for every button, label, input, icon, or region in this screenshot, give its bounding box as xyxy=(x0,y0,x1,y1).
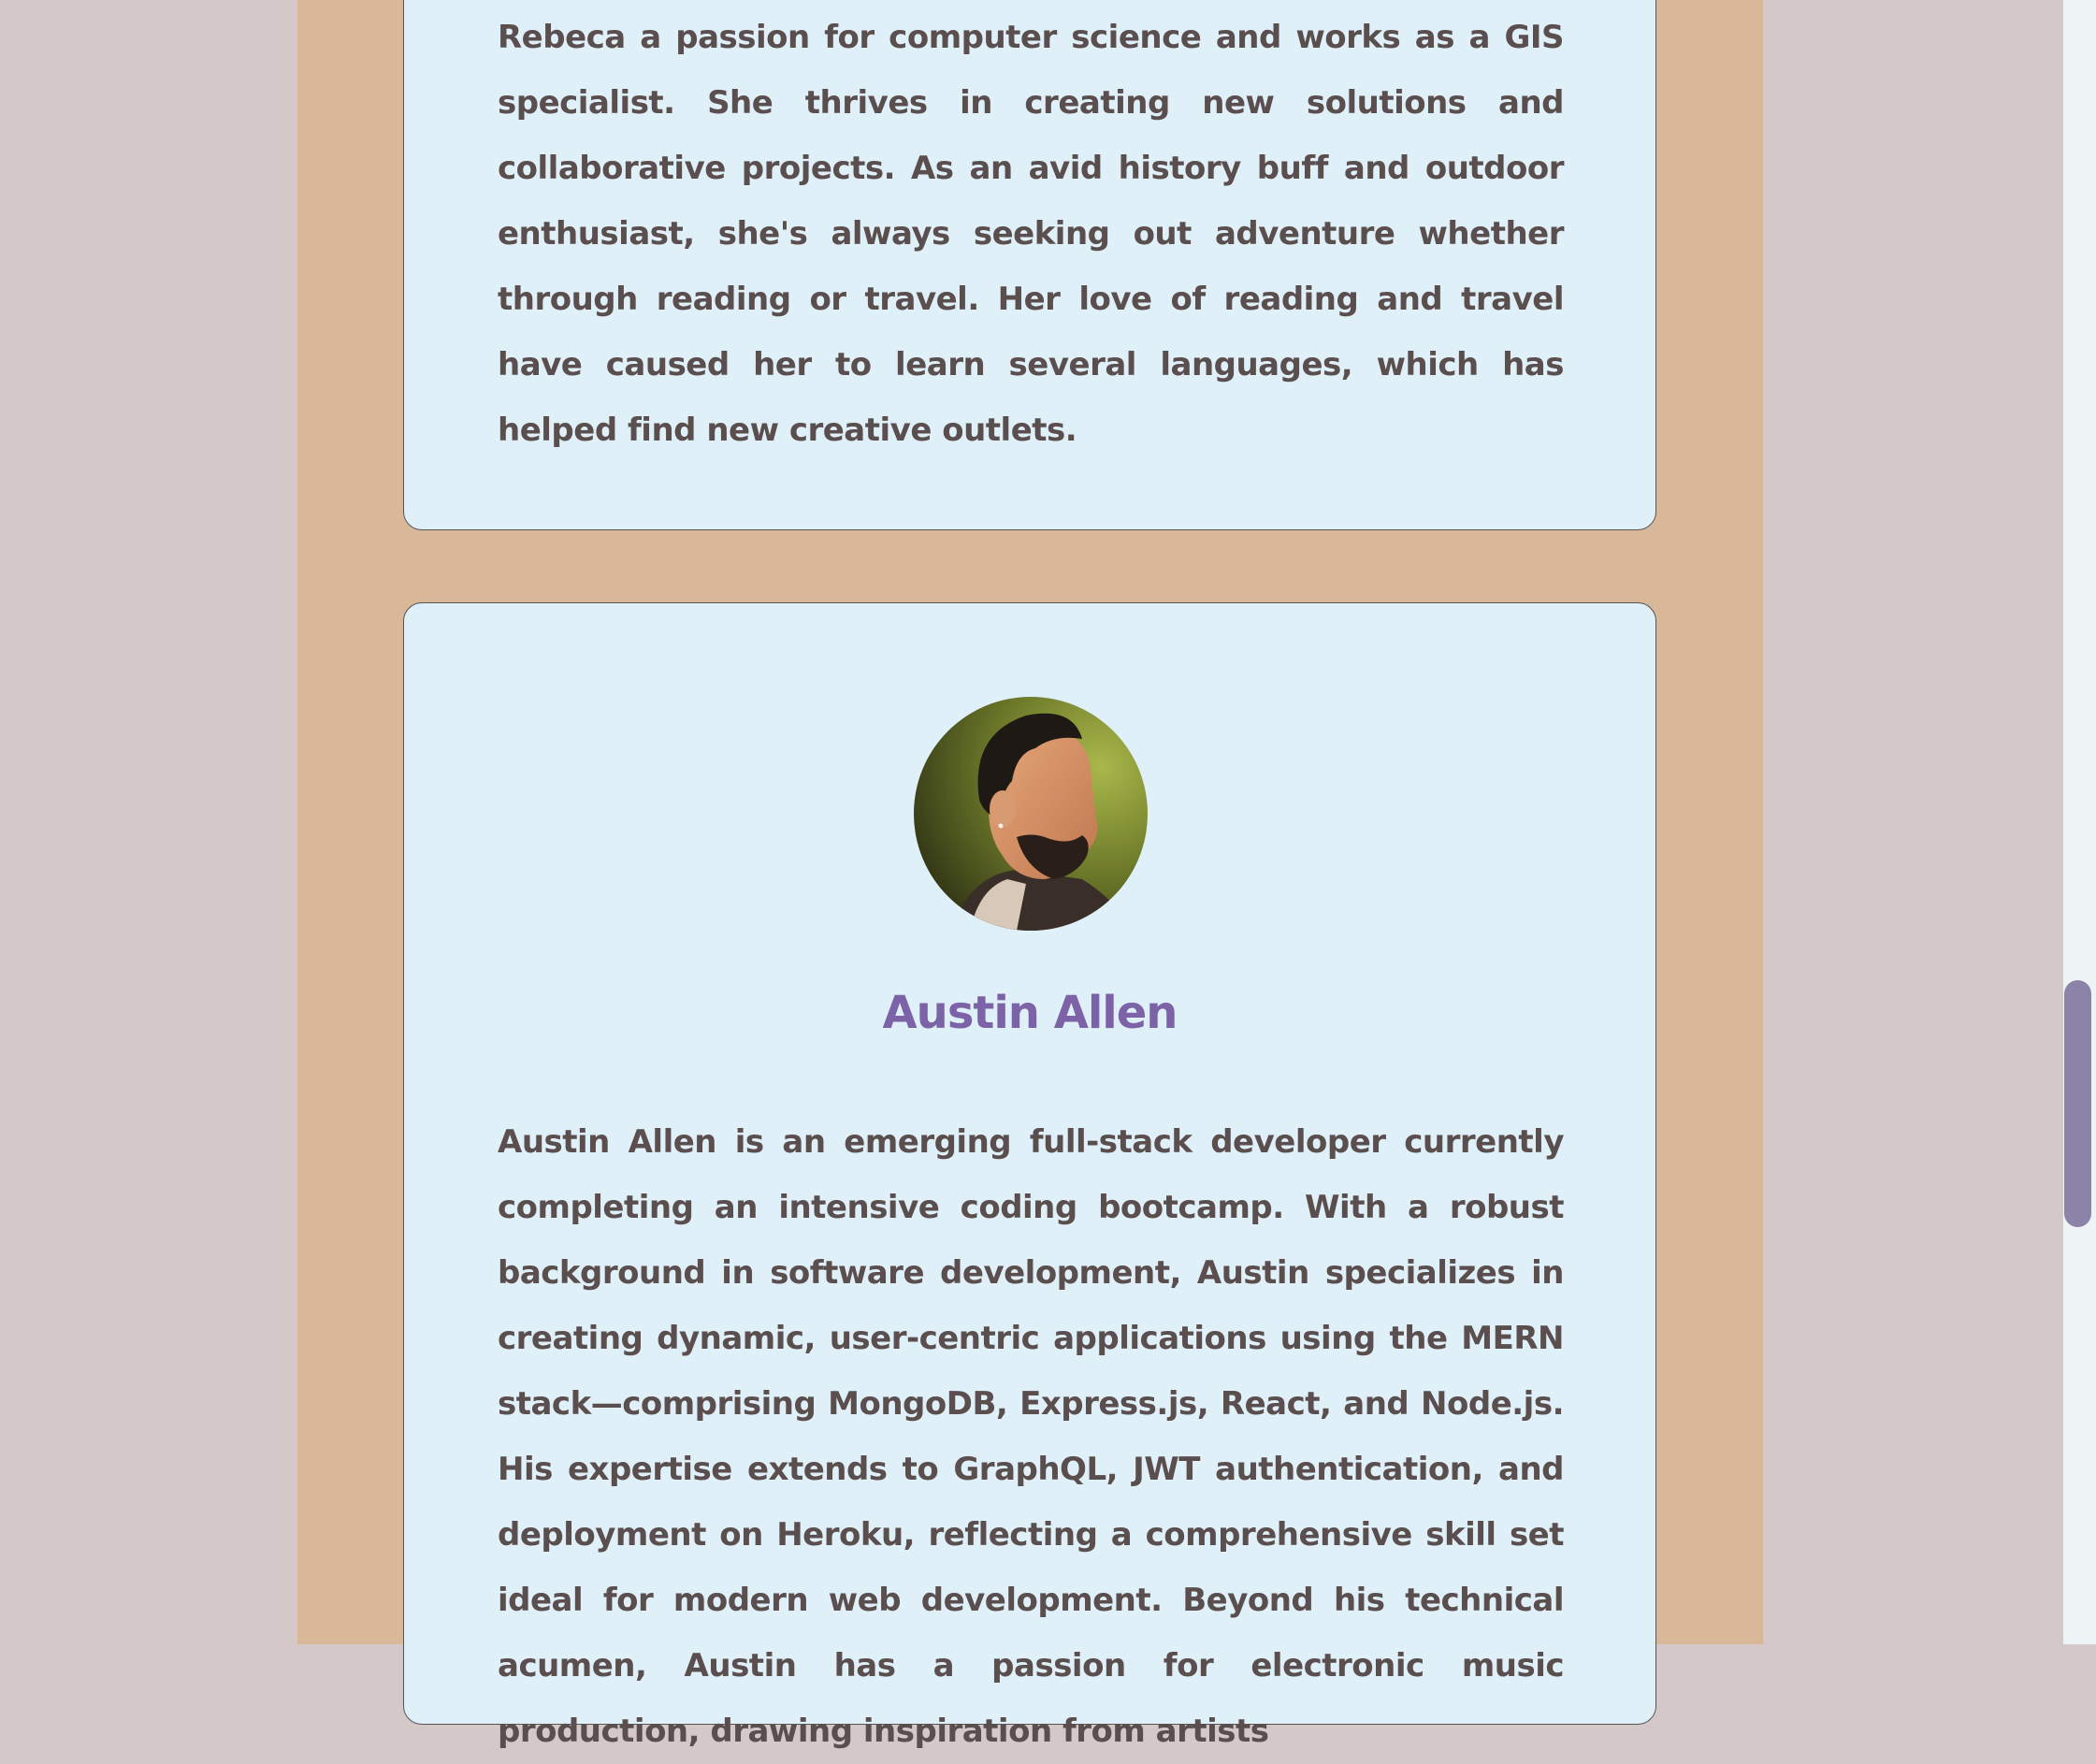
profile-bio: Austin Allen is an emerging full-stack d… xyxy=(498,1123,1565,1750)
content-column: Rebeca a passion for computer science an… xyxy=(297,0,1763,1750)
avatar xyxy=(914,697,1148,931)
page-background: Rebeca a passion for computer science an… xyxy=(0,0,2063,1750)
scrollbar-track[interactable] xyxy=(2063,0,2096,1644)
profile-bio: Rebeca a passion for computer science an… xyxy=(498,19,1565,449)
profile-name: Austin Allen xyxy=(882,987,1178,1039)
profile-card-austin: Austin Allen Austin Allen is an emerging… xyxy=(403,602,1656,1750)
scrollbar-thumb[interactable] xyxy=(2064,980,2091,1227)
profile-card-rebeca: Rebeca a passion for computer science an… xyxy=(403,0,1656,530)
